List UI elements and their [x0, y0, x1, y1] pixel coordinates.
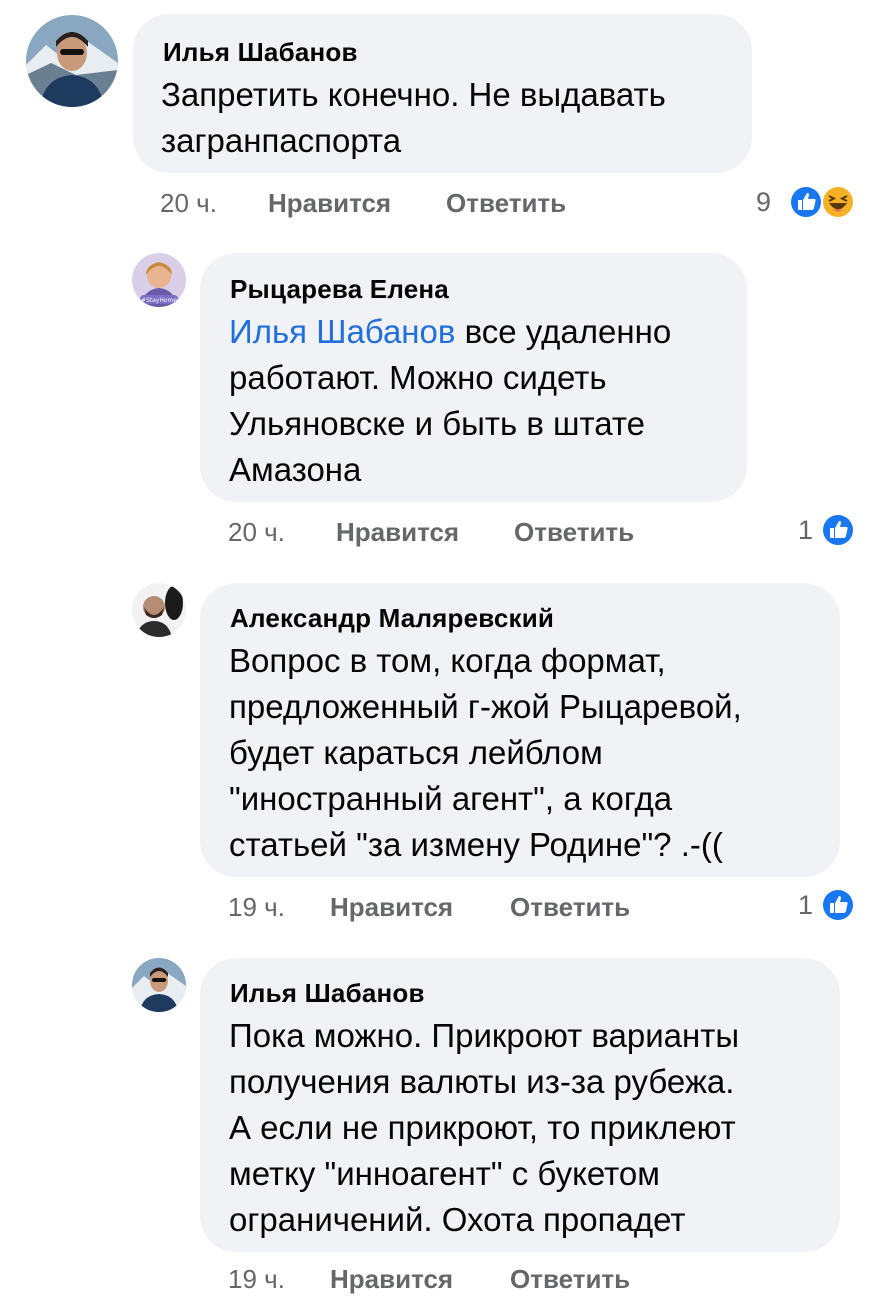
reaction-count: 1 [798, 515, 814, 545]
reply-button[interactable]: Ответить [514, 515, 634, 549]
reply-button[interactable]: Ответить [446, 186, 566, 220]
avatar[interactable] [132, 958, 186, 1012]
comment-text: Илья Шабанов все удаленно работают. Можн… [229, 309, 739, 493]
reaction-count: 1 [798, 890, 814, 920]
avatar[interactable] [26, 15, 118, 107]
comment-text: Запретить конечно. Не выдавать загранпас… [161, 76, 666, 159]
comment-author[interactable]: Илья Шабанов [230, 978, 425, 1008]
comment-bubble: Илья Шабанов Пока можно. Прикроют вариан… [200, 958, 840, 1252]
comment-actions: 19 ч. Нравится Ответить [228, 1262, 788, 1296]
avatar[interactable]: #StayHome [132, 253, 186, 307]
mention-link[interactable]: Илья Шабанов [229, 313, 455, 350]
comment-author[interactable]: Рыцарева Елена [230, 274, 449, 304]
reaction-summary[interactable]: 9 [756, 182, 866, 222]
avatar-photo: #StayHome [132, 253, 186, 307]
avatar-photo [132, 583, 186, 637]
comment-text: Вопрос в том, когда формат, предложенный… [229, 642, 742, 863]
comment-actions: 19 ч. Нравится Ответить [228, 890, 788, 924]
avatar-photo [26, 15, 118, 107]
like-icon [788, 184, 824, 220]
reaction-count: 9 [756, 187, 772, 217]
comment-time[interactable]: 19 ч. [228, 1262, 285, 1296]
comment-actions: 20 ч. Нравится Ответить [228, 515, 788, 549]
comment-bubble: Илья Шабанов Запретить конечно. Не выдав… [133, 14, 752, 173]
reaction-summary[interactable]: 1 [798, 885, 868, 925]
comment-author[interactable]: Александр Маляревский [230, 603, 554, 633]
like-button[interactable]: Нравится [330, 1262, 453, 1296]
comment-time[interactable]: 19 ч. [228, 890, 285, 924]
like-button[interactable]: Нравится [336, 515, 459, 549]
avatar[interactable] [132, 583, 186, 637]
comment-actions: 20 ч. Нравится Ответить [160, 186, 760, 220]
comment-bubble: Александр Маляревский Вопрос в том, когд… [200, 583, 840, 877]
haha-icon [820, 184, 856, 220]
avatar-photo [132, 958, 186, 1012]
comment-text: Пока можно. Прикроют варианты получения … [229, 1017, 740, 1238]
like-button[interactable]: Нравится [268, 186, 391, 220]
reply-button[interactable]: Ответить [510, 1262, 630, 1296]
like-button[interactable]: Нравится [330, 890, 453, 924]
reaction-summary[interactable]: 1 [798, 510, 868, 550]
reply-button[interactable]: Ответить [510, 890, 630, 924]
like-icon [820, 887, 856, 923]
comment-author[interactable]: Илья Шабанов [163, 37, 358, 67]
comment-time[interactable]: 20 ч. [160, 186, 217, 220]
comment-bubble: Рыцарева Елена Илья Шабанов все удаленно… [200, 253, 747, 502]
like-icon [820, 512, 856, 548]
comment-time[interactable]: 20 ч. [228, 515, 285, 549]
avatar-badge-text: #StayHome [141, 297, 177, 304]
